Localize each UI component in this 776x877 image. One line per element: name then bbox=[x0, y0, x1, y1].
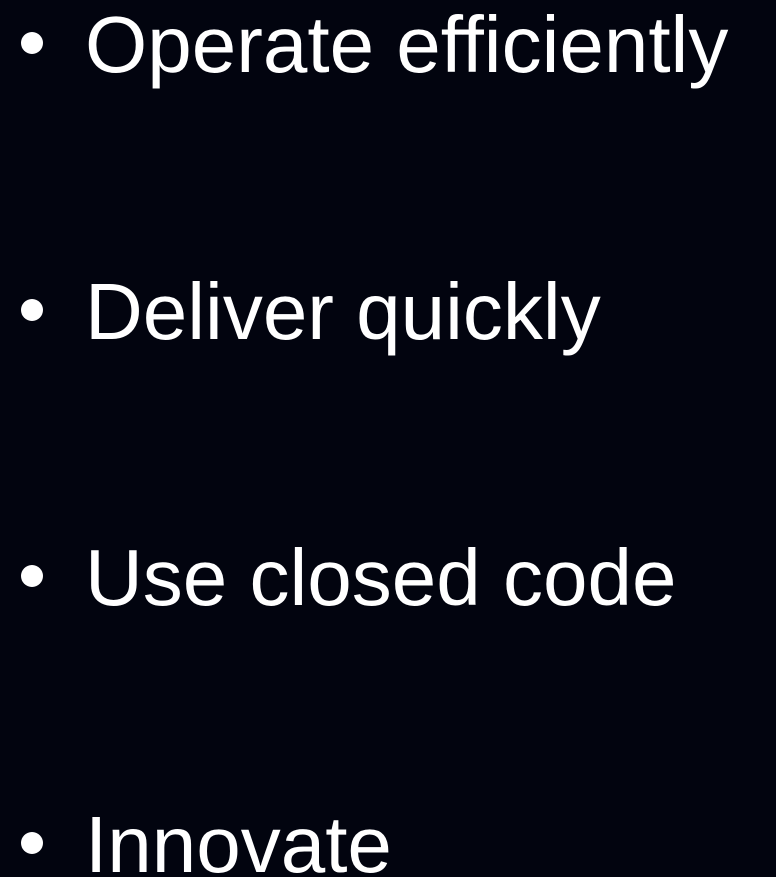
bullet-text: Operate efficiently bbox=[85, 0, 729, 89]
bullet-text: Use closed code bbox=[85, 533, 677, 622]
slide: Operate efficiently Deliver quickly Use … bbox=[0, 0, 776, 877]
bullet-dot-icon bbox=[21, 32, 43, 54]
bullet-item-operate-efficiently: Operate efficiently bbox=[0, 0, 776, 90]
bullet-item-deliver-quickly: Deliver quickly bbox=[0, 267, 776, 357]
bullet-dot-icon bbox=[21, 832, 43, 854]
bullet-dot-icon bbox=[21, 565, 43, 587]
bullet-dot-icon bbox=[21, 299, 43, 321]
bullet-text: Deliver quickly bbox=[85, 267, 601, 356]
bullet-item-use-closed-code: Use closed code bbox=[0, 533, 776, 623]
bullet-text: Innovate bbox=[85, 800, 392, 877]
bullet-item-innovate: Innovate bbox=[0, 800, 776, 877]
